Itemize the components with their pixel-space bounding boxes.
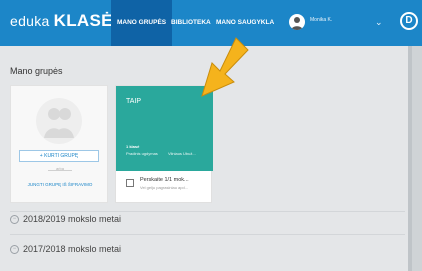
year-section-2017-2018[interactable]: −2017/2018 mokslo metai xyxy=(10,244,122,255)
group-placeholder-icon xyxy=(36,98,82,144)
collapse-icon[interactable]: − xyxy=(10,245,19,255)
divider xyxy=(10,211,405,212)
task-subtitle: Vel gelju pagrasiniau apd... xyxy=(140,185,189,190)
year-section-2018-2019[interactable]: −2018/2019 mokslo metai xyxy=(10,214,122,225)
avatar-icon[interactable] xyxy=(289,14,305,30)
join-group-link[interactable]: JUNGTI GRUPĘ IŠ ŠIFRAVIMO xyxy=(11,182,109,187)
user-name[interactable]: Monika K. xyxy=(310,17,332,23)
create-group-button[interactable]: + KURTI GRUPĘ xyxy=(19,150,99,162)
nav-item-my-groups[interactable]: MANO GRUPĖS xyxy=(111,0,173,46)
right-divider-strip xyxy=(408,46,412,271)
logo-icon[interactable]: D xyxy=(400,12,418,30)
divider xyxy=(10,234,405,235)
group-subject: Pradinis ugdymas xyxy=(126,151,158,156)
chevron-down-icon[interactable]: ⌄ xyxy=(375,17,383,28)
brand-main: KLASĖ xyxy=(53,11,113,30)
group-grade: 1 klasė xyxy=(126,144,140,149)
brand-logo[interactable]: eduka KLASĖ xyxy=(10,11,113,31)
arrow-annotation-icon xyxy=(201,37,249,97)
or-text: arba xyxy=(55,166,64,171)
task-icon xyxy=(126,179,134,187)
collapse-icon[interactable]: − xyxy=(10,215,19,225)
year-label: 2018/2019 mokslo metai xyxy=(23,214,122,224)
page-title: Mano grupės xyxy=(10,66,63,76)
group-name[interactable]: TAIP xyxy=(126,98,141,105)
brand-prefix: eduka xyxy=(10,13,50,29)
group-teacher: Vilniaus Ubuž... xyxy=(168,151,196,156)
create-group-card: + KURTI GRUPĘ arba JUNGTI GRUPĘ IŠ ŠIFRA… xyxy=(10,85,108,203)
year-label: 2017/2018 mokslo metai xyxy=(23,244,122,254)
task-title[interactable]: Perskaite 1/1 mok... xyxy=(140,177,189,183)
